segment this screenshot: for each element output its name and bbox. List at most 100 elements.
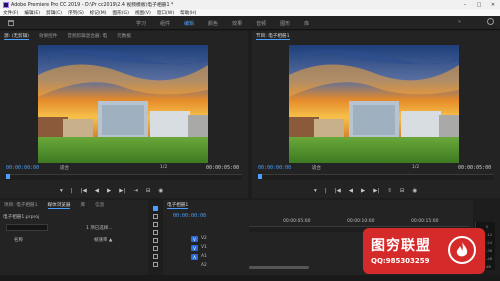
insert-icon[interactable]: ⇥: [133, 188, 138, 194]
project-search-input[interactable]: [6, 224, 48, 231]
project-file-row: 电子相册1.prproj: [3, 213, 39, 221]
ruler-label-5s: 00:00:05:00: [283, 219, 311, 224]
lift-icon[interactable]: ⇧: [387, 188, 392, 194]
mark-out-icon[interactable]: |: [71, 188, 73, 194]
workspace-color[interactable]: 颜色: [208, 20, 218, 27]
program-resolution[interactable]: 1/2: [412, 165, 419, 170]
workspace-graphics[interactable]: 图形: [280, 20, 290, 27]
workspace-tabs: 学习 组件 编辑 颜色 效果 音频 图形 库: [136, 16, 323, 30]
menu-help[interactable]: 帮助(H): [180, 10, 196, 16]
project-panel: 项目: 电子相册1 媒体浏览器 库 信息 电子相册1.prproj 1 项已选择…: [0, 200, 148, 275]
tab-project[interactable]: 项目: 电子相册1: [4, 202, 38, 208]
play-icon[interactable]: ▶: [107, 188, 111, 194]
slip-tool-icon[interactable]: [153, 238, 158, 243]
forward-icon[interactable]: ▶|: [119, 188, 125, 194]
watermark-subtitle: QQ:985303259: [371, 257, 430, 265]
source-fit-dropdown[interactable]: 适合: [60, 165, 69, 171]
tab-info[interactable]: 信息: [95, 202, 104, 208]
workspace-assembly[interactable]: 组件: [160, 20, 170, 27]
menu-window[interactable]: 窗口(W): [157, 10, 174, 16]
forward-icon[interactable]: ▶|: [373, 188, 379, 194]
overwrite-icon[interactable]: ⊟: [146, 188, 151, 194]
tab-metadata[interactable]: 元数据: [117, 33, 131, 39]
selection-tool-icon[interactable]: [153, 206, 158, 211]
menu-view[interactable]: 视图(V): [135, 10, 151, 16]
minimize-button[interactable]: –: [458, 0, 472, 9]
timeline-panel-tabs: 电子相册1: [163, 200, 198, 210]
play-icon[interactable]: ▶: [361, 188, 365, 194]
workspace-learn[interactable]: 学习: [136, 20, 146, 27]
tab-libraries[interactable]: 库: [80, 202, 85, 208]
source-panel-tabs: 源: (无剪辑) 效果控件 音频剪辑混合器: 电 元数据: [0, 31, 141, 41]
workspace-bar: 学习 组件 编辑 颜色 效果 音频 图形 库 »: [0, 16, 500, 30]
step-back-icon[interactable]: |◀: [81, 188, 87, 194]
tab-source[interactable]: 源: (无剪辑): [4, 33, 29, 40]
tab-media-browser[interactable]: 媒体浏览器: [47, 202, 71, 209]
camera-icon[interactable]: ◉: [413, 188, 418, 194]
camera-icon[interactable]: ◉: [159, 188, 164, 194]
home-icon[interactable]: [8, 20, 14, 26]
column-name-header[interactable]: 名称: [14, 237, 23, 243]
project-selection-count: 1 项已选择...: [86, 226, 113, 231]
maximize-button[interactable]: □: [472, 0, 486, 9]
tab-effect-controls[interactable]: 效果控件: [39, 33, 57, 39]
type-tool-icon[interactable]: [153, 262, 158, 267]
tab-audio-clip-mixer[interactable]: 音频剪辑混合器: 电: [67, 33, 107, 39]
workspace-effects[interactable]: 效果: [232, 20, 242, 27]
tab-sequence[interactable]: 电子相册1: [167, 202, 189, 209]
source-timecode-duration: 00:00:05:00: [206, 165, 240, 171]
menu-edit[interactable]: 编辑(E): [24, 10, 40, 16]
menu-file[interactable]: 文件(F): [3, 10, 18, 16]
tools-panel: [150, 203, 161, 275]
mark-in-icon[interactable]: ▾: [314, 188, 317, 194]
tab-program[interactable]: 节目: 电子相册1: [256, 33, 290, 40]
track-target-a1[interactable]: A: [191, 254, 198, 260]
menu-clip[interactable]: 剪辑(C): [46, 10, 62, 16]
meter-label: -36: [486, 248, 493, 253]
source-monitor-panel: 源: (无剪辑) 效果控件 音频剪辑混合器: 电 元数据 00:00:00:00…: [0, 31, 248, 198]
workspace-audio[interactable]: 音频: [256, 20, 266, 27]
menu-sequence[interactable]: 序列(S): [68, 10, 84, 16]
ripple-edit-tool-icon[interactable]: [153, 222, 158, 227]
source-time-ruler[interactable]: [6, 174, 242, 180]
search-icon[interactable]: [487, 18, 494, 25]
window-controls: – □ ✕: [458, 0, 500, 9]
title-bar: Adobe Premiere Pro CC 2019 - D:\Pr cc201…: [0, 0, 500, 9]
source-resolution[interactable]: 1/2: [160, 165, 167, 170]
pen-tool-icon[interactable]: [153, 246, 158, 251]
menu-markers[interactable]: 标记(M): [90, 10, 107, 16]
workspace-editing[interactable]: 编辑: [184, 20, 194, 27]
program-video-frame: [289, 45, 459, 163]
workspace-more-button[interactable]: »: [458, 19, 461, 25]
watermark-badge: 图穷联盟 QQ:985303259: [363, 228, 485, 274]
rewind-icon[interactable]: ◀: [349, 188, 353, 194]
track-target-v1[interactable]: V: [191, 245, 198, 251]
timeline-timecode[interactable]: 00:00:00:00: [173, 213, 206, 219]
workspace-libraries[interactable]: 库: [304, 20, 309, 27]
program-playhead[interactable]: [258, 174, 262, 179]
column-framerate-header[interactable]: 帧速率 ▲: [94, 237, 112, 243]
program-timecode-current[interactable]: 00:00:00:00: [258, 165, 291, 171]
timeline-scrollbar[interactable]: [249, 266, 309, 269]
menu-graphics[interactable]: 图形(G): [113, 10, 129, 16]
razor-tool-icon[interactable]: [153, 230, 158, 235]
menu-bar: 文件(F) 编辑(E) 剪辑(C) 序列(S) 标记(M) 图形(G) 视图(V…: [0, 9, 500, 16]
program-fit-dropdown[interactable]: 适合: [312, 165, 321, 171]
extract-icon[interactable]: ⊟: [400, 188, 405, 194]
track-select-tool-icon[interactable]: [153, 214, 158, 219]
rewind-icon[interactable]: ◀: [95, 188, 99, 194]
campus-sunset-image: [38, 45, 208, 163]
mark-out-icon[interactable]: |: [325, 188, 327, 194]
source-timecode-current[interactable]: 00:00:00:00: [6, 165, 39, 171]
mark-in-icon[interactable]: ▾: [60, 188, 63, 194]
close-button[interactable]: ✕: [486, 0, 500, 9]
flame-logo-icon: [448, 236, 476, 264]
step-back-icon[interactable]: |◀: [335, 188, 341, 194]
program-time-ruler[interactable]: [258, 174, 494, 180]
track-label-v2: V2: [201, 236, 207, 241]
track-target-v2[interactable]: V: [191, 236, 198, 242]
premiere-app-icon: [3, 1, 9, 8]
meter-label: 0: [486, 224, 489, 229]
source-playhead[interactable]: [6, 174, 10, 179]
hand-tool-icon[interactable]: [153, 254, 158, 259]
